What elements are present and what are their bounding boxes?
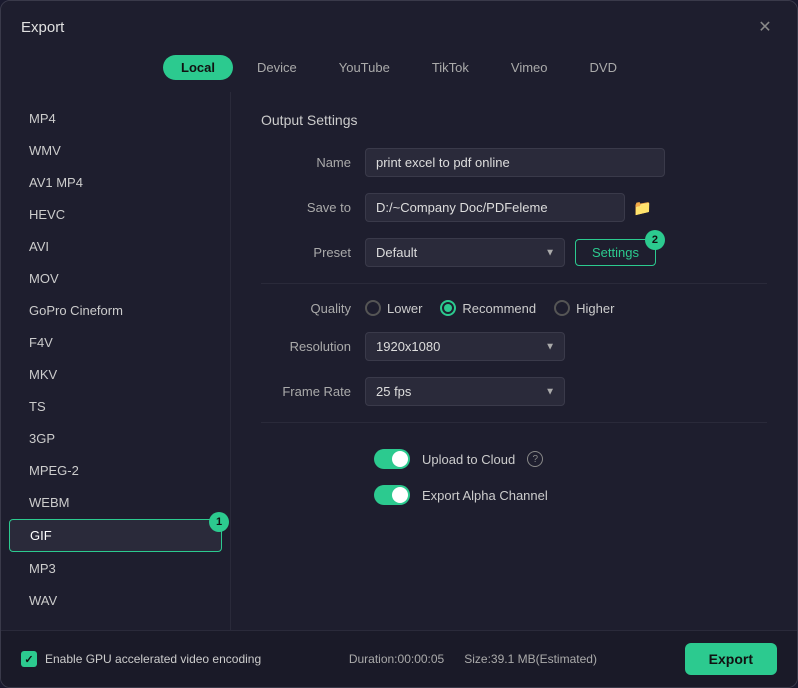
quality-label: Quality [261,301,351,316]
export-dialog: Export ✕ Local Device YouTube TikTok Vim… [0,0,798,688]
settings-badge: 2 [645,230,665,250]
sidebar-item-mov[interactable]: MOV [9,263,222,294]
sidebar-item-mp4[interactable]: MP4 [9,103,222,134]
sidebar-item-f4v[interactable]: F4V [9,327,222,358]
size-label: Size:39.1 MB(Estimated) [464,652,597,666]
save-to-row: Save to 📁 [261,193,767,222]
sidebar-item-3gp[interactable]: 3GP [9,423,222,454]
path-row: 📁 [365,193,652,222]
export-alpha-toggle[interactable] [374,485,410,505]
tab-bar: Local Device YouTube TikTok Vimeo DVD [1,49,797,92]
tab-tiktok[interactable]: TikTok [414,55,487,80]
save-to-label: Save to [261,200,351,215]
sidebar-item-ts[interactable]: TS [9,391,222,422]
gpu-checkbox[interactable] [21,651,37,667]
name-input[interactable] [365,148,665,177]
sidebar-item-av1mp4[interactable]: AV1 MP4 [9,167,222,198]
footer: Enable GPU accelerated video encoding Du… [1,630,797,687]
footer-info: Duration:00:00:05 Size:39.1 MB(Estimated… [349,652,597,666]
name-label: Name [261,155,351,170]
name-row: Name [261,148,767,177]
upload-cloud-toggle[interactable] [374,449,410,469]
sidebar-item-hevc[interactable]: HEVC [9,199,222,230]
quality-lower-radio [365,300,381,316]
preset-row: Preset Default Custom ▼ Settings 2 [261,238,767,267]
upload-cloud-label: Upload to Cloud [422,452,515,467]
preset-controls: Default Custom ▼ Settings 2 [365,238,656,267]
resolution-row: Resolution 1920x1080 1280x720 3840x2160 … [261,332,767,361]
close-button[interactable]: ✕ [753,15,777,39]
frame-rate-label: Frame Rate [261,384,351,399]
export-alpha-row: Export Alpha Channel [374,485,654,505]
resolution-select-wrap: 1920x1080 1280x720 3840x2160 ▼ [365,332,565,361]
dialog-title: Export [21,19,64,36]
upload-cloud-help-icon[interactable]: ? [527,451,543,467]
gpu-label: Enable GPU accelerated video encoding [45,652,261,666]
tab-device[interactable]: Device [239,55,315,80]
sidebar-item-gif[interactable]: GIF 1 [9,519,222,552]
export-button[interactable]: Export [685,643,777,675]
tab-youtube[interactable]: YouTube [321,55,408,80]
sidebar-item-mkv[interactable]: MKV [9,359,222,390]
settings-button[interactable]: Settings 2 [575,239,656,266]
main-content: Output Settings Name Save to 📁 Preset [231,92,797,630]
resolution-select[interactable]: 1920x1080 1280x720 3840x2160 [365,332,565,361]
quality-higher[interactable]: Higher [554,300,614,316]
frame-rate-row: Frame Rate 25 fps 30 fps 60 fps ▼ [261,377,767,406]
quality-recommend[interactable]: Recommend [440,300,536,316]
gpu-check: Enable GPU accelerated video encoding [21,651,261,667]
quality-options: Lower Recommend Higher [365,300,614,316]
output-settings-title: Output Settings [261,112,767,128]
quality-row: Quality Lower Recommend Higher [261,300,767,316]
quality-recommend-radio [440,300,456,316]
sidebar-item-wmv[interactable]: WMV [9,135,222,166]
folder-icon[interactable]: 📁 [633,199,652,217]
resolution-label: Resolution [261,339,351,354]
sidebar-badge: 1 [209,512,229,532]
content-area: MP4 WMV AV1 MP4 HEVC AVI MOV GoPro Cinef… [1,92,797,630]
sidebar-item-avi[interactable]: AVI [9,231,222,262]
tab-dvd[interactable]: DVD [572,55,635,80]
sidebar-item-mp3[interactable]: MP3 [9,553,222,584]
sidebar-item-mpeg2[interactable]: MPEG-2 [9,455,222,486]
path-input[interactable] [365,193,625,222]
title-bar: Export ✕ [1,1,797,49]
quality-lower[interactable]: Lower [365,300,422,316]
sidebar-item-gopro[interactable]: GoPro Cineform [9,295,222,326]
preset-select-wrap: Default Custom ▼ [365,238,565,267]
sidebar-item-webm[interactable]: WEBM [9,487,222,518]
export-alpha-label: Export Alpha Channel [422,488,548,503]
divider-1 [261,283,767,284]
frame-rate-select-wrap: 25 fps 30 fps 60 fps ▼ [365,377,565,406]
sidebar: MP4 WMV AV1 MP4 HEVC AVI MOV GoPro Cinef… [1,92,231,630]
sidebar-item-label: GIF [30,528,52,543]
divider-2 [261,422,767,423]
tab-vimeo[interactable]: Vimeo [493,55,566,80]
sidebar-item-wav[interactable]: WAV [9,585,222,616]
preset-label: Preset [261,245,351,260]
frame-rate-select[interactable]: 25 fps 30 fps 60 fps [365,377,565,406]
quality-higher-radio [554,300,570,316]
toggle-section: Upload to Cloud ? Export Alpha Channel [261,439,767,515]
preset-select[interactable]: Default Custom [365,238,565,267]
duration-label: Duration:00:00:05 [349,652,444,666]
upload-cloud-row: Upload to Cloud ? [374,449,654,469]
tab-local[interactable]: Local [163,55,233,80]
